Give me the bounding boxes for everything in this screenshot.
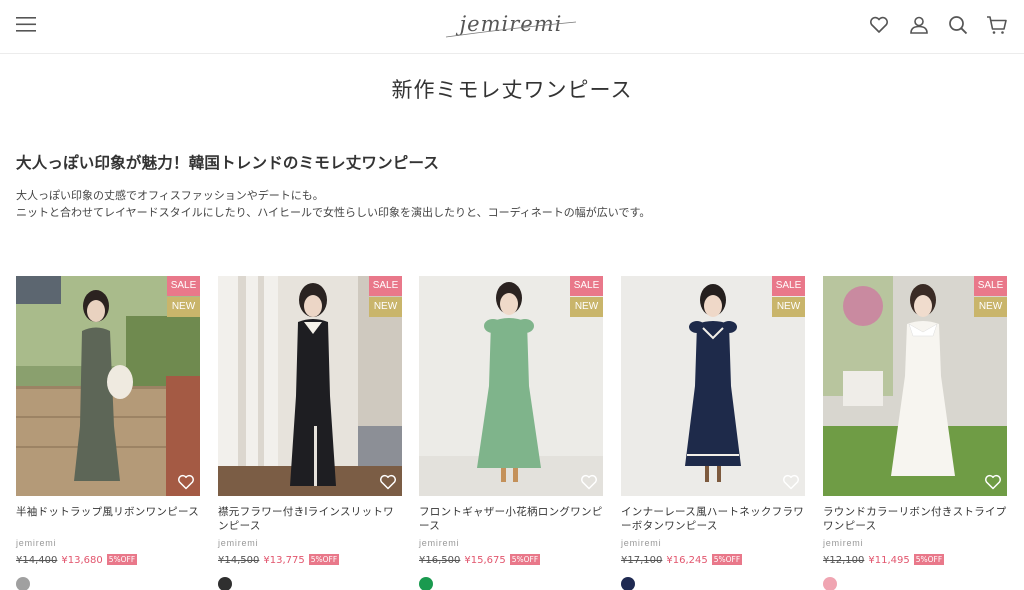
sale-price: ¥13,775 [263,555,305,566]
color-swatch[interactable] [621,577,635,590]
sale-price: ¥16,245 [666,555,708,566]
product-vendor: jemiremi [218,538,259,548]
favorite-heart-icon[interactable] [580,474,598,490]
sale-badge: SALE [167,276,200,296]
sale-badge: SALE [369,276,402,296]
description-line: 大人っぽい印象の丈感でオフィスファッションやデートにも。 [16,189,324,202]
page-title: 新作ミモレ丈ワンピース [391,78,633,102]
discount-badge: 5%OFF [509,554,541,565]
sale-price: ¥15,675 [464,555,506,566]
cart-icon[interactable] [986,14,1008,36]
product-card[interactable]: SALE NEW インナーレース風ハートネックフラワーボタンワンピース jemi… [621,276,805,590]
product-image[interactable]: SALE NEW [823,276,1007,496]
product-image[interactable]: SALE NEW [16,276,200,496]
color-swatch[interactable] [823,577,837,590]
favorite-heart-icon[interactable] [984,474,1002,490]
color-swatch[interactable] [218,577,232,590]
sale-badge: SALE [570,276,603,296]
sale-price: ¥13,680 [61,555,103,566]
new-badge: NEW [167,297,200,317]
discount-badge: 5%OFF [308,554,340,565]
original-price: ¥14,500 [218,555,260,566]
original-price: ¥12,100 [823,555,865,566]
new-badge: NEW [772,297,805,317]
product-grid: SALE NEW 半袖ドットラップ風リボンワンピース jemiremi ¥14,… [16,276,1008,590]
favorite-heart-icon[interactable] [379,474,397,490]
product-vendor: jemiremi [419,538,460,548]
sale-badge: SALE [974,276,1007,296]
product-name[interactable]: 襟元フラワー付きIラインスリットワンピース [218,505,402,533]
product-name[interactable]: 半袖ドットラップ風リボンワンピース [16,505,200,533]
original-price: ¥16,500 [419,555,461,566]
product-card[interactable]: SALE NEW 襟元フラワー付きIラインスリットワンピース jemiremi … [218,276,402,590]
account-icon[interactable] [908,14,930,36]
svg-text:jemiremi: jemiremi [456,12,563,36]
color-swatch[interactable] [419,577,433,590]
product-price: ¥12,100 ¥11,495 5%OFF [823,554,1007,568]
original-price: ¥17,100 [621,555,663,566]
new-badge: NEW [369,297,402,317]
description-line: ニットと合わせてレイヤードスタイルにしたり、ハイヒールで女性らしい印象を演出した… [16,206,651,219]
product-name[interactable]: インナーレース風ハートネックフラワーボタンワンピース [621,505,805,533]
product-image[interactable]: SALE NEW [419,276,603,496]
product-name[interactable]: ラウンドカラーリボン付きストライプワンピース [823,505,1007,533]
product-vendor: jemiremi [16,538,57,548]
product-vendor: jemiremi [621,538,662,548]
menu-icon[interactable] [15,14,37,34]
discount-badge: 5%OFF [913,554,945,565]
product-card[interactable]: SALE NEW 半袖ドットラップ風リボンワンピース jemiremi ¥14,… [16,276,200,590]
search-icon[interactable] [947,14,969,36]
site-logo[interactable]: jemiremi [436,6,586,46]
product-price: ¥14,400 ¥13,680 5%OFF [16,554,200,568]
collection-heading: 大人っぽい印象が魅力！韓国トレンドのミモレ丈ワンピース [16,154,440,172]
collection-description: 大人っぽい印象が魅力！韓国トレンドのミモレ丈ワンピース 大人っぽい印象の丈感でオ… [16,151,1006,221]
product-image[interactable]: SALE NEW [218,276,402,496]
heart-icon[interactable] [868,14,890,36]
site-header: jemiremi [0,0,1024,54]
product-vendor: jemiremi [823,538,864,548]
original-price: ¥14,400 [16,555,58,566]
color-swatch[interactable] [16,577,30,590]
sale-badge: SALE [772,276,805,296]
new-badge: NEW [570,297,603,317]
product-card[interactable]: SALE NEW フロントギャザー小花柄ロングワンピース jemiremi ¥1… [419,276,603,590]
product-price: ¥17,100 ¥16,245 5%OFF [621,554,805,568]
product-name[interactable]: フロントギャザー小花柄ロングワンピース [419,505,603,533]
new-badge: NEW [974,297,1007,317]
product-card[interactable]: SALE NEW ラウンドカラーリボン付きストライプワンピース jemiremi… [823,276,1007,590]
sale-price: ¥11,495 [868,555,910,566]
product-price: ¥16,500 ¥15,675 5%OFF [419,554,603,568]
discount-badge: 5%OFF [711,554,743,565]
discount-badge: 5%OFF [106,554,138,565]
product-price: ¥14,500 ¥13,775 5%OFF [218,554,402,568]
favorite-heart-icon[interactable] [177,474,195,490]
favorite-heart-icon[interactable] [782,474,800,490]
product-image[interactable]: SALE NEW [621,276,805,496]
